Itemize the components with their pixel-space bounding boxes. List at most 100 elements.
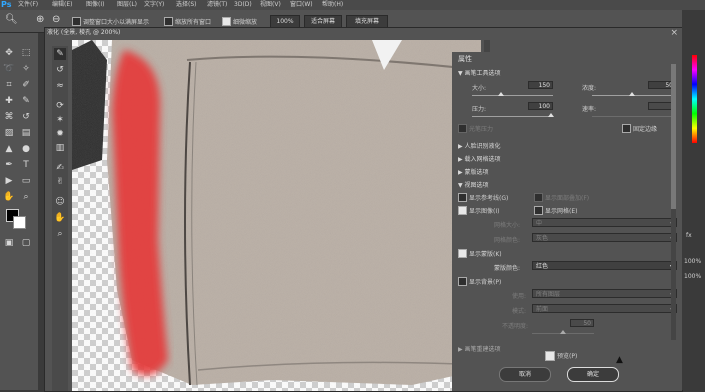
zoom-all-checkbox[interactable] [164, 17, 173, 26]
menu-edit[interactable]: 编辑(E) [52, 0, 72, 10]
smooth-icon[interactable]: ≈ [54, 80, 66, 92]
stylus-pressure-checkbox[interactable] [458, 124, 467, 133]
size-input[interactable]: 150 [528, 81, 553, 89]
cancel-button[interactable]: 取消 [499, 367, 551, 382]
screen-mode-icon[interactable]: ▢ [20, 237, 32, 249]
rate-slider[interactable] [592, 116, 676, 117]
thaw-mask-icon[interactable]: ✌ [54, 176, 66, 188]
menu-3d[interactable]: 3D(D) [234, 0, 252, 10]
gradient-tool-icon[interactable]: ▤ [20, 127, 32, 139]
pucker-icon[interactable]: ✶ [54, 114, 66, 126]
zoom-tool-left-icon[interactable]: ⌕ [20, 191, 32, 203]
menu-image[interactable]: 图像(I) [86, 0, 104, 10]
properties-scrollbar[interactable] [671, 64, 676, 340]
mesh-color-select[interactable]: 灰色▾ [532, 233, 677, 242]
eyedropper-icon[interactable]: ✐ [20, 79, 32, 91]
scrubby-zoom-checkbox[interactable] [222, 17, 231, 26]
menu-help[interactable]: 帮助(H) [322, 0, 343, 10]
quick-mask-icon[interactable]: ▣ [3, 237, 15, 249]
resize-windows-checkbox[interactable] [72, 17, 81, 26]
pressure-slider-knob[interactable] [548, 113, 554, 117]
show-image-checkbox[interactable] [458, 206, 467, 215]
mask-options-header[interactable]: ▶ 蒙版选项 [458, 167, 489, 176]
dodge-tool-icon[interactable]: ● [20, 143, 32, 155]
zoom-icon[interactable]: ⌕ [54, 228, 66, 240]
menu-window[interactable]: 窗口(W) [290, 0, 313, 10]
shape-tool-icon[interactable]: ▭ [20, 175, 32, 187]
mask-options-label: 蒙版选项 [464, 169, 489, 176]
forward-warp-icon[interactable]: ✎ [54, 48, 66, 60]
freeze-mask-icon[interactable]: ✍ [54, 162, 66, 174]
menubar: Ps 文件(F) 编辑(E) 图像(I) 图层(L) 文字(Y) 选择(S) 滤… [0, 0, 705, 10]
preview-checkbox[interactable] [545, 351, 555, 361]
ok-button[interactable]: 确定 [567, 367, 619, 382]
liquify-dialog: 液化 (全景, 棱孔 @ 200%) × ✎ ↺ ≈ ⟳ ✶ ✹ ▥ ✍ ✌ ☺… [44, 27, 683, 392]
face-liquify-header[interactable]: ▶ 人脸识别液化 [458, 141, 501, 150]
opacity-slider-knob[interactable] [560, 330, 566, 334]
zoom-out-icon[interactable]: ⊖ [52, 14, 60, 25]
show-guides-checkbox[interactable] [458, 193, 467, 202]
mode-select[interactable]: 前面▾ [532, 304, 677, 313]
show-face-checkbox[interactable] [534, 193, 543, 202]
eraser-tool-icon[interactable]: ▨ [3, 127, 15, 139]
magic-wand-icon[interactable]: ✧ [20, 63, 32, 75]
image-preview[interactable] [72, 40, 481, 391]
pen-tool-icon[interactable]: ✒ [3, 159, 15, 171]
blur-tool-icon[interactable]: ▲ [3, 143, 15, 155]
pin-edges-checkbox[interactable] [622, 124, 631, 133]
close-icon[interactable]: × [670, 28, 678, 38]
pressure-slider[interactable] [472, 116, 553, 117]
rate-label: 速率: [582, 106, 597, 113]
twirl-icon[interactable]: ⟳ [54, 100, 66, 112]
pressure-input[interactable]: 100 [528, 102, 553, 110]
show-mask-checkbox[interactable] [458, 249, 467, 258]
history-brush-icon[interactable]: ↺ [20, 111, 32, 123]
properties-panel: 属性 ▼ 画笔工具选项 大小: 150 浓度: 50 压力: 100 速率: 光… [452, 52, 682, 391]
path-select-icon[interactable]: ▶ [3, 175, 15, 187]
size-slider-knob[interactable] [498, 92, 504, 96]
brush-rebuild-header[interactable]: ▶ 画笔重建选项 [458, 344, 501, 353]
load-mesh-header[interactable]: ▶ 载入网格选项 [458, 154, 501, 163]
brush-tool-icon[interactable]: ✎ [20, 95, 32, 107]
menu-filter[interactable]: 滤镜(T) [207, 0, 227, 10]
lasso-tool-icon[interactable]: ➰ [3, 63, 15, 75]
show-mesh-checkbox[interactable] [534, 206, 543, 215]
menu-file[interactable]: 文件(F) [18, 0, 38, 10]
hand-tool-icon[interactable]: ✋ [3, 191, 15, 203]
push-left-icon[interactable]: ▥ [54, 142, 66, 154]
stamp-tool-icon[interactable]: ⌘ [3, 111, 15, 123]
healing-brush-icon[interactable]: ✚ [3, 95, 15, 107]
type-tool-icon[interactable]: T [20, 159, 32, 171]
zoom-tool-icon[interactable]: 🔍︎ [5, 14, 18, 25]
density-slider-knob[interactable] [629, 92, 635, 96]
mesh-size-value: 中 [536, 220, 543, 227]
hand-icon[interactable]: ✋ [54, 212, 66, 224]
size-slider[interactable] [472, 95, 553, 96]
brush-options-header[interactable]: ▼ 画笔工具选项 [458, 68, 501, 77]
move-tool-icon[interactable]: ✥ [3, 47, 15, 59]
crop-tool-icon[interactable]: ⌗ [3, 79, 15, 91]
zoom-in-icon[interactable]: ⊕ [36, 14, 44, 25]
mesh-size-label: 网格大小: [494, 222, 521, 229]
use-select[interactable]: 所有图层▾ [532, 289, 677, 298]
reconstruct-icon[interactable]: ↺ [54, 64, 66, 76]
marquee-tool-icon[interactable]: ⬚ [20, 47, 32, 59]
menu-layer[interactable]: 图层(L) [117, 0, 137, 10]
bloat-icon[interactable]: ✹ [54, 128, 66, 140]
view-options-header[interactable]: ▼ 视图选项 [458, 180, 489, 189]
properties-title: 属性 [458, 55, 472, 63]
properties-scroll-thumb[interactable] [671, 64, 676, 209]
menu-type[interactable]: 文字(Y) [144, 0, 164, 10]
show-image-label: 显示图像(I) [469, 208, 500, 215]
menu-view[interactable]: 视图(V) [260, 0, 281, 10]
opacity-input[interactable]: 50 [570, 319, 594, 327]
face-tool-icon[interactable]: ☺ [54, 196, 66, 208]
menu-select[interactable]: 选择(S) [176, 0, 197, 10]
hue-spectrum[interactable] [692, 55, 697, 143]
mask-color-select[interactable]: 红色▾ [532, 261, 677, 270]
load-mesh-label: 载入网格选项 [464, 156, 501, 163]
show-backdrop-checkbox[interactable] [458, 277, 467, 286]
background-color-swatch[interactable] [13, 216, 26, 229]
mesh-size-select[interactable]: 中▾ [532, 218, 677, 227]
mode-value: 前面 [536, 306, 549, 313]
